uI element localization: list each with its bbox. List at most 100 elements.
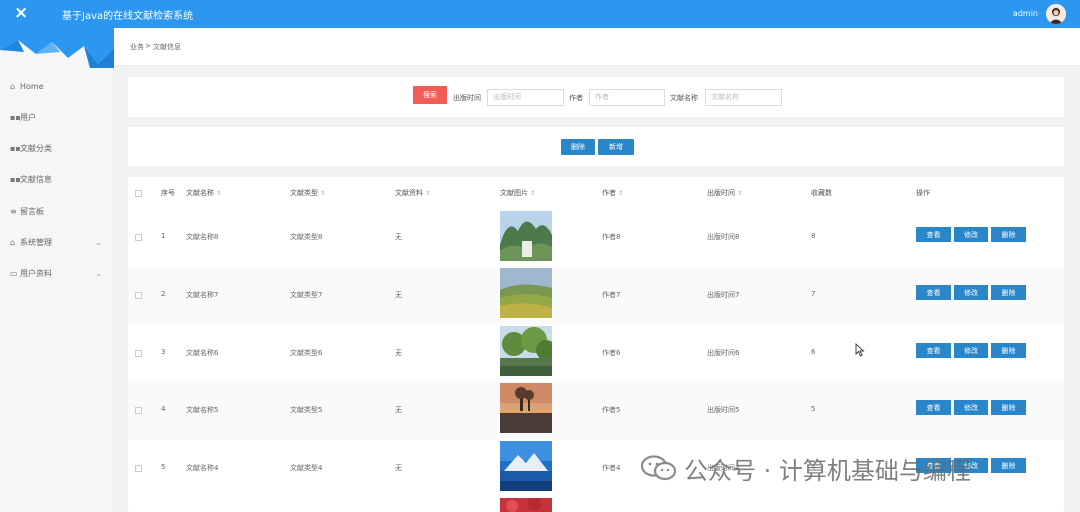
sidebar-item-system[interactable]: ⌂ 系统管理 ⌄ xyxy=(10,235,106,249)
author: 作者5 xyxy=(602,406,621,414)
sidebar-item-profile[interactable]: ▭ 用户资料 ⌄ xyxy=(10,266,106,280)
literature-type: 文献类型8 xyxy=(290,233,323,241)
edit-button[interactable]: 修改 xyxy=(954,343,988,358)
column-header[interactable]: 作者 ⇕ xyxy=(602,188,623,198)
literature-name: 文献名称6 xyxy=(186,349,219,357)
name-input[interactable]: 文献名称 xyxy=(705,89,782,106)
sidebar-item-categories[interactable]: ▪▪ 文献分类 xyxy=(10,141,106,155)
top-bar: × 基于Java的在线文献检索系统 admin xyxy=(0,0,1080,28)
chevron-down-icon: ⌄ xyxy=(95,268,102,278)
literature-material: 无 xyxy=(395,233,402,241)
author-input[interactable]: 作者 xyxy=(589,89,665,106)
view-button[interactable]: 查看 xyxy=(916,285,951,300)
sidebar-item-literature[interactable]: ▪▪ 文献信息 xyxy=(10,172,106,186)
action-panel: 删除 新增 xyxy=(128,127,1064,166)
breadcrumb-separator: > xyxy=(145,42,151,50)
table-row: 1 文献名称8 文献类型8 无 作者8 出版时间8 8 查看 修改 删除 xyxy=(128,209,1064,267)
column-header[interactable]: 文献名称 ⇕ xyxy=(186,188,221,198)
bank-icon: ⌂ xyxy=(10,237,16,247)
delete-button[interactable]: 删除 xyxy=(991,343,1026,358)
literature-name: 文献名称7 xyxy=(186,291,219,299)
row-checkbox[interactable] xyxy=(135,407,142,414)
select-all-checkbox[interactable] xyxy=(135,190,142,197)
grid-icon: ▪▪ xyxy=(10,143,21,153)
watermark-text: 公众号 · 计算机基础与编程 xyxy=(684,456,971,485)
literature-image[interactable] xyxy=(500,326,552,376)
breadcrumb-home[interactable]: 业务 xyxy=(130,42,144,52)
row-checkbox[interactable] xyxy=(135,465,142,472)
sidebar-item-label: 留言板 xyxy=(20,206,44,216)
sidebar-item-label: 用户资料 xyxy=(20,268,52,278)
literature-type: 文献类型5 xyxy=(290,406,323,414)
row-index: 3 xyxy=(161,348,166,356)
search-panel: 搜索 出版时间 出版时间 作者 作者 文献名称 文献名称 xyxy=(128,77,1064,117)
batch-delete-button[interactable]: 删除 xyxy=(561,139,595,155)
row-checkbox[interactable] xyxy=(135,234,142,241)
favorite-count: 6 xyxy=(811,348,816,356)
sidebar-item-home[interactable]: ⌂ Home xyxy=(10,79,106,93)
edit-button[interactable]: 修改 xyxy=(954,227,988,242)
username-label[interactable]: admin xyxy=(1013,9,1038,18)
literature-material: 无 xyxy=(395,291,402,299)
favorite-count: 5 xyxy=(811,405,816,413)
view-button[interactable]: 查看 xyxy=(916,343,951,358)
sidebar-item-messages[interactable]: ≡ 留言板 xyxy=(10,204,106,218)
row-checkbox[interactable] xyxy=(135,292,142,299)
literature-material: 无 xyxy=(395,406,402,414)
literature-name: 文献名称4 xyxy=(186,464,219,472)
favorite-count: 8 xyxy=(811,232,816,240)
sidebar: ⌂ Home ▪▪ 用户 ▪▪ 文献分类 ▪▪ 文献信息 ≡ 留言板 ⌂ 系统管… xyxy=(0,28,114,512)
sidebar-item-label: 文献信息 xyxy=(20,174,52,184)
literature-image[interactable] xyxy=(500,211,552,261)
publish-time: 出版时间5 xyxy=(707,406,740,414)
sidebar-item-users[interactable]: ▪▪ 用户 xyxy=(10,110,106,124)
delete-button[interactable]: 删除 xyxy=(991,227,1026,242)
add-button[interactable]: 新增 xyxy=(598,139,634,155)
home-icon: ⌂ xyxy=(10,81,16,91)
column-header: 收藏数 xyxy=(811,189,832,197)
table-row: 2 文献名称7 文献类型7 无 作者7 出版时间7 7 查看 修改 删除 xyxy=(128,267,1064,325)
sidebar-item-label: 用户 xyxy=(20,112,36,122)
app-title: 基于Java的在线文献检索系统 xyxy=(62,11,194,22)
sidebar-banner xyxy=(0,28,114,68)
mouse-cursor-icon xyxy=(855,343,865,357)
row-index: 5 xyxy=(161,463,166,471)
name-label: 文献名称 xyxy=(670,94,698,102)
literature-image[interactable] xyxy=(500,441,552,491)
column-header[interactable]: 文献图片 ⇕ xyxy=(500,188,535,198)
view-button[interactable]: 查看 xyxy=(916,227,951,242)
edit-button[interactable]: 修改 xyxy=(954,400,988,415)
row-index: 4 xyxy=(161,405,166,413)
row-checkbox[interactable] xyxy=(135,350,142,357)
sidebar-item-label: Home xyxy=(20,81,44,91)
delete-button[interactable]: 删除 xyxy=(991,458,1026,473)
card-icon: ▭ xyxy=(10,268,18,278)
breadcrumb: 业务 > 文献信息 xyxy=(114,28,1080,66)
sort-icon: ⇕ xyxy=(737,190,743,197)
sort-icon: ⇕ xyxy=(216,190,222,197)
literature-image[interactable] xyxy=(500,498,552,512)
search-button[interactable]: 搜索 xyxy=(413,86,447,104)
author: 作者6 xyxy=(602,349,621,357)
delete-button[interactable]: 删除 xyxy=(991,400,1026,415)
delete-button[interactable]: 删除 xyxy=(991,285,1026,300)
author: 作者7 xyxy=(602,291,621,299)
literature-type: 文献类型4 xyxy=(290,464,323,472)
view-button[interactable]: 查看 xyxy=(916,400,951,415)
publish-time: 出版时间7 xyxy=(707,291,740,299)
row-index: 2 xyxy=(161,290,166,298)
close-icon[interactable]: × xyxy=(14,3,28,23)
sidebar-item-label: 系统管理 xyxy=(20,237,52,247)
column-header[interactable]: 文献资料 ⇕ xyxy=(395,188,430,198)
literature-type: 文献类型7 xyxy=(290,291,323,299)
column-header[interactable]: 出版时间 ⇕ xyxy=(707,188,742,198)
avatar[interactable] xyxy=(1046,4,1066,24)
author: 作者4 xyxy=(602,464,621,472)
column-header[interactable]: 文献类型 ⇕ xyxy=(290,188,325,198)
edit-button[interactable]: 修改 xyxy=(954,285,988,300)
sort-icon: ⇕ xyxy=(425,190,431,197)
literature-type: 文献类型6 xyxy=(290,349,323,357)
literature-image[interactable] xyxy=(500,383,552,433)
publish-time-input[interactable]: 出版时间 xyxy=(487,89,564,106)
literature-image[interactable] xyxy=(500,268,552,318)
